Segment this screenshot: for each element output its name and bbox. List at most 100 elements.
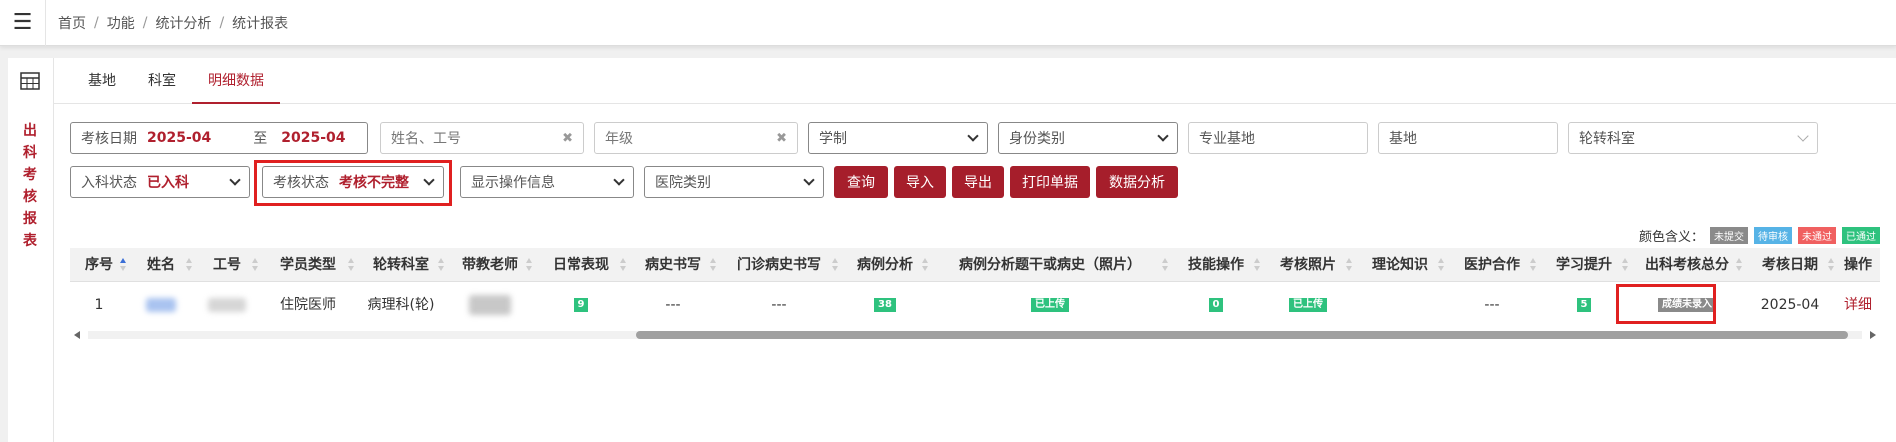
col-id[interactable]: 工号 bbox=[194, 248, 260, 282]
col-total[interactable]: 出科考核总分 bbox=[1630, 248, 1744, 282]
base-input[interactable]: 基地 bbox=[1378, 122, 1558, 154]
chevron-down-icon bbox=[613, 174, 625, 186]
query-button[interactable]: 查询 bbox=[834, 166, 888, 198]
cell-exam-photo[interactable]: 已上传 bbox=[1262, 283, 1354, 327]
left-sidebar: 出科考核报表 bbox=[8, 58, 54, 442]
legend-pending: 待审核 bbox=[1754, 227, 1792, 244]
breadcrumb-function[interactable]: 功能 bbox=[107, 13, 135, 33]
cell-skill[interactable]: 0 bbox=[1170, 283, 1262, 327]
col-history[interactable]: 病史书写 bbox=[628, 248, 718, 282]
show-ops-select[interactable]: 显示操作信息 bbox=[460, 166, 634, 198]
enter-status-select[interactable]: 入科状态 已入科 bbox=[70, 166, 250, 198]
col-clinic-history[interactable]: 门诊病史书写 bbox=[718, 248, 840, 282]
tab-bar: 基地 科室 明细数据 bbox=[54, 58, 1896, 104]
clear-icon[interactable]: ✖ bbox=[562, 131, 573, 146]
breadcrumb-stats[interactable]: 统计分析 bbox=[155, 13, 211, 33]
legend-failed: 未通过 bbox=[1798, 227, 1836, 244]
assess-status-select[interactable]: 考核状态 考核不完整 bbox=[262, 166, 444, 198]
date-to[interactable]: 2025-04 bbox=[281, 130, 345, 146]
cell-index: 1 bbox=[94, 297, 104, 313]
cell-exam-date: 2025-04 bbox=[1760, 297, 1820, 313]
sort-icon bbox=[526, 258, 532, 272]
tab-department[interactable]: 科室 bbox=[132, 58, 192, 104]
sort-icon bbox=[710, 258, 716, 272]
col-rotation[interactable]: 轮转科室 bbox=[356, 248, 446, 282]
chevron-down-icon bbox=[967, 130, 979, 142]
export-button[interactable]: 导出 bbox=[952, 166, 1004, 198]
xuezhi-select[interactable]: 学制 bbox=[808, 122, 988, 154]
cell-history: --- bbox=[665, 297, 681, 313]
col-exam-date[interactable]: 考核日期 bbox=[1744, 248, 1836, 282]
scroll-left-arrow-icon[interactable] bbox=[74, 331, 80, 339]
col-teacher[interactable]: 带教老师 bbox=[446, 248, 534, 282]
import-button[interactable]: 导入 bbox=[894, 166, 946, 198]
col-action: 操作 bbox=[1844, 257, 1872, 273]
rotation-dept-select[interactable]: 轮转科室 bbox=[1568, 122, 1818, 154]
tab-detail-data[interactable]: 明细数据 bbox=[192, 58, 280, 104]
detail-link[interactable]: 详细 bbox=[1836, 283, 1880, 327]
cell-rotation: 病理科(轮) bbox=[367, 297, 435, 313]
chevron-down-icon bbox=[1797, 130, 1809, 142]
col-exam-photo[interactable]: 考核照片 bbox=[1262, 248, 1354, 282]
hospital-type-select[interactable]: 医院类别 bbox=[644, 166, 824, 198]
scroll-right-arrow-icon[interactable] bbox=[1870, 331, 1876, 339]
sort-icon bbox=[348, 258, 354, 272]
breadcrumb-home[interactable]: 首页 bbox=[58, 13, 86, 33]
cell-clinic-history: --- bbox=[771, 297, 787, 313]
cell-student-type: 住院医师 bbox=[280, 297, 336, 313]
cell-case-photo[interactable]: 已上传 bbox=[930, 283, 1170, 327]
sort-icon bbox=[1828, 258, 1834, 272]
grade-input[interactable]: 年级 ✖ bbox=[594, 122, 798, 154]
sort-icon bbox=[1438, 258, 1444, 272]
col-case-analysis[interactable]: 病例分析 bbox=[840, 248, 930, 282]
table-icon[interactable] bbox=[20, 72, 40, 90]
clear-icon[interactable]: ✖ bbox=[776, 131, 787, 146]
cell-teacher bbox=[446, 283, 534, 327]
date-from[interactable]: 2025-04 bbox=[147, 130, 211, 146]
sidebar-title: 出科考核报表 bbox=[23, 123, 37, 249]
sort-icon bbox=[620, 258, 626, 272]
col-nurse-coop[interactable]: 医护合作 bbox=[1446, 248, 1538, 282]
sort-icon bbox=[1622, 258, 1628, 272]
sort-icon bbox=[1530, 258, 1536, 272]
scroll-thumb[interactable] bbox=[636, 331, 1848, 339]
table-row: 1 住院医师 病理科(轮) 9 --- --- 38 已上传 0 已上传 ---… bbox=[70, 283, 1880, 327]
sort-icon bbox=[1254, 258, 1260, 272]
identity-select[interactable]: 身份类别 bbox=[998, 122, 1178, 154]
menu-icon[interactable]: ☰ bbox=[0, 0, 46, 46]
color-legend: 颜色含义： 未提交 待审核 未通过 已通过 bbox=[1639, 226, 1880, 245]
table-header: 序号 姓名 工号 学员类型 轮转科室 带教老师 日常表现 病史书写 门诊病史书写… bbox=[70, 248, 1880, 282]
col-theory[interactable]: 理论知识 bbox=[1354, 248, 1446, 282]
name-search-input[interactable]: 姓名、工号 ✖ bbox=[380, 122, 584, 154]
legend-passed: 已通过 bbox=[1842, 227, 1880, 244]
sort-icon bbox=[1346, 258, 1352, 272]
chevron-down-icon bbox=[803, 174, 815, 186]
col-daily[interactable]: 日常表现 bbox=[534, 248, 628, 282]
print-button[interactable]: 打印单据 bbox=[1010, 166, 1090, 198]
cell-id bbox=[194, 283, 260, 327]
cell-case-analysis[interactable]: 38 bbox=[840, 283, 930, 327]
col-name[interactable]: 姓名 bbox=[128, 248, 194, 282]
analysis-button[interactable]: 数据分析 bbox=[1096, 166, 1178, 198]
chevron-down-icon bbox=[229, 174, 241, 186]
chevron-down-icon bbox=[423, 174, 435, 186]
blurred-id bbox=[208, 298, 246, 312]
sort-icon bbox=[252, 258, 258, 272]
sort-icon bbox=[438, 258, 444, 272]
major-base-input[interactable]: 专业基地 bbox=[1188, 122, 1368, 154]
sort-icon bbox=[186, 258, 192, 272]
horizontal-scrollbar[interactable] bbox=[70, 328, 1880, 342]
col-case-photo[interactable]: 病例分析题干或病史（照片） bbox=[930, 248, 1170, 282]
legend-not-submitted: 未提交 bbox=[1710, 227, 1748, 244]
col-learning[interactable]: 学习提升 bbox=[1538, 248, 1630, 282]
chevron-down-icon bbox=[1157, 130, 1169, 142]
cell-name[interactable] bbox=[128, 283, 194, 327]
date-range-field[interactable]: 考核日期 2025-04 至 2025-04 bbox=[70, 122, 368, 154]
col-student-type[interactable]: 学员类型 bbox=[260, 248, 356, 282]
sort-icon bbox=[1162, 258, 1168, 272]
breadcrumb: 首页 / 功能 / 统计分析 / 统计报表 bbox=[58, 13, 289, 33]
cell-daily[interactable]: 9 bbox=[534, 283, 628, 327]
tab-base[interactable]: 基地 bbox=[72, 58, 132, 104]
col-skill[interactable]: 技能操作 bbox=[1170, 248, 1262, 282]
col-index[interactable]: 序号 bbox=[70, 248, 128, 282]
